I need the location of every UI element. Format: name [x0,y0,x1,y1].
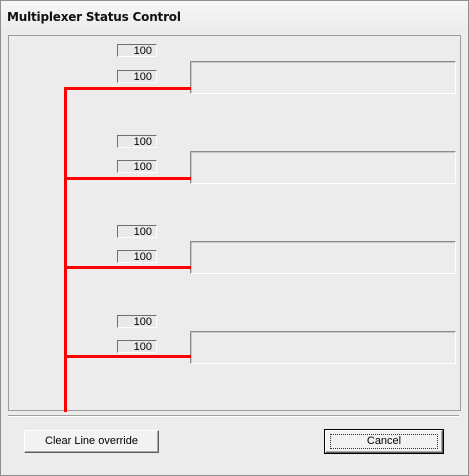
branch-line-2 [64,177,191,180]
clear-line-override-label: Clear Line override [45,435,138,447]
channel-2-status-box [190,151,456,184]
channel-4-status-box [190,331,456,364]
clear-line-override-button[interactable]: Clear Line override [24,430,159,453]
channel-2-upper-value: 100 [117,135,157,148]
channel-1-upper-value: 100 [117,44,157,57]
channel-4-upper-value: 100 [117,315,157,328]
channel-1-status-box [190,61,456,94]
channel-1-lower-value: 100 [117,70,157,83]
channel-3-upper-value: 100 [117,225,157,238]
dialog-window: Multiplexer Status Control 100 100 100 1… [0,0,469,476]
cancel-button[interactable]: Cancel [325,430,443,453]
title-bar[interactable]: Multiplexer Status Control [1,1,468,31]
branch-line-3 [64,266,191,269]
branch-line-1 [64,87,191,90]
bus-line-vertical [64,88,67,412]
window-title: Multiplexer Status Control [7,10,181,24]
channel-3-lower-value: 100 [117,250,157,263]
branch-line-4 [64,355,191,358]
channel-2-lower-value: 100 [117,160,157,173]
separator [8,415,459,417]
channel-3-status-box [190,241,456,274]
channel-4-lower-value: 100 [117,340,157,353]
focus-ring [330,434,438,449]
